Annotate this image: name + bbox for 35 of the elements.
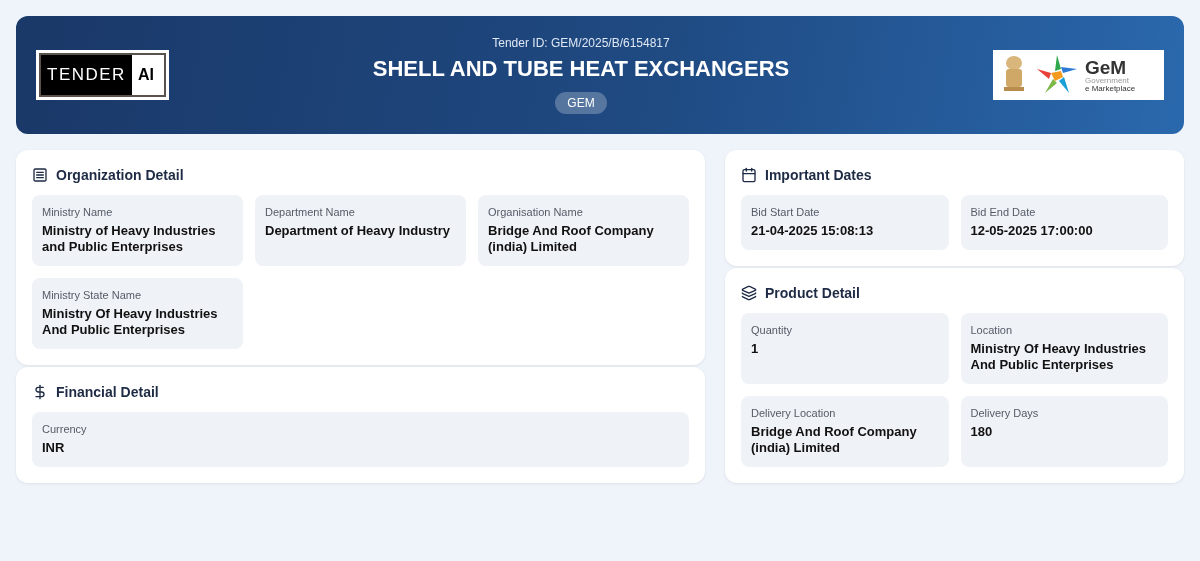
calendar-icon	[741, 167, 757, 183]
field-value: Ministry Of Heavy Industries And Public Enterprises	[970, 341, 1148, 373]
card-title: Important Dates	[765, 167, 872, 183]
field-value: 180	[970, 424, 994, 440]
gem-logo: GeM Government e Marketplace	[993, 50, 1164, 100]
field-label: Organisation Name	[488, 206, 584, 218]
tender-ai-logo: TENDER AI	[36, 50, 169, 100]
field-value: INR	[42, 440, 66, 456]
field-label: Department Name	[265, 206, 356, 218]
field-value: Ministry Of Heavy Industries And Public Enterprises	[42, 306, 219, 338]
field-label: Currency	[42, 423, 88, 435]
field-value: 21-04-2025 15:08:13	[751, 223, 875, 239]
field-value: 1	[751, 341, 760, 357]
field-label: Bid End Date	[970, 206, 1037, 218]
field-value: Bridge And Roof Company (india) Limited	[488, 223, 655, 255]
layers-icon	[741, 285, 757, 301]
field-label: Delivery Location	[751, 407, 837, 419]
field-label: Delivery Days	[970, 407, 1040, 419]
field-label: Ministry State Name	[42, 289, 143, 301]
card-title: Financial Detail	[56, 384, 159, 400]
card-title: Organization Detail	[56, 167, 184, 183]
card-title: Product Detail	[765, 285, 860, 301]
field-label: Location	[970, 324, 1014, 336]
field-label: Quantity	[751, 324, 793, 336]
source-badge: GEM	[555, 92, 607, 114]
field-label: Bid Start Date	[751, 206, 821, 218]
field-value: Bridge And Roof Company (india) Limited	[751, 424, 918, 456]
dollar-icon	[32, 384, 48, 400]
list-icon	[32, 167, 48, 183]
field-value: 12-05-2025 17:00:00	[970, 223, 1094, 239]
tender-title: SHELL AND TUBE HEAT EXCHANGERS	[372, 56, 790, 82]
field-value: Ministry of Heavy Industries and Public Enterprises	[42, 223, 217, 255]
field-value: Department of Heavy Industry	[265, 223, 451, 239]
tender-id: Tender ID: GEM/2025/B/6154817	[492, 36, 670, 50]
field-label: Ministry Name	[42, 206, 114, 218]
